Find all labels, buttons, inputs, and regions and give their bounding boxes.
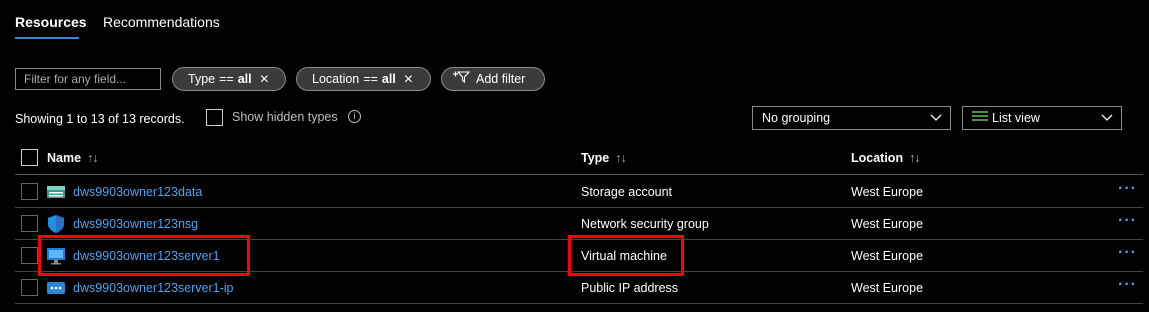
row-checkbox[interactable] (21, 247, 38, 264)
info-icon[interactable]: i (348, 110, 361, 123)
chevron-down-icon (1101, 107, 1113, 135)
list-view-icon (972, 107, 988, 129)
resource-type: Storage account (581, 185, 673, 199)
resource-type: Network security group (581, 217, 709, 231)
row-checkbox[interactable] (21, 279, 38, 296)
tab-bar: Resources Recommendations (0, 0, 1149, 40)
sort-icon[interactable]: ↑↓ (87, 151, 98, 165)
location-filter-field: Location (312, 72, 360, 86)
add-filter-button[interactable]: Add filter (441, 67, 545, 91)
show-hidden-types-checkbox[interactable] (206, 109, 223, 126)
filter-input[interactable]: Filter for any field... (15, 68, 161, 90)
resource-location: West Europe (851, 249, 924, 263)
close-icon[interactable]: × (260, 69, 269, 91)
add-filter-label: Add filter (476, 72, 526, 86)
record-count-text: Showing 1 to 13 of 13 records. (15, 112, 185, 126)
table-row: dws9903owner123data Storage account West… (15, 176, 1143, 208)
tab-recommendations[interactable]: Recommendations (103, 14, 220, 30)
more-options-icon[interactable]: ··· (1118, 180, 1137, 198)
column-header-name[interactable]: Name ↑↓ (47, 151, 99, 165)
row-checkbox[interactable] (21, 183, 38, 200)
type-filter-field: Type (188, 72, 216, 86)
close-icon[interactable]: × (404, 69, 413, 91)
resource-location: West Europe (851, 217, 924, 231)
highlight-box-name (38, 235, 250, 276)
view-select[interactable]: List view (962, 106, 1122, 130)
public-ip-icon (47, 279, 65, 297)
grouping-select[interactable]: No grouping (752, 106, 951, 130)
table-header: Name ↑↓ Type ↑↓ Location ↑↓ (15, 145, 1143, 175)
resource-name-link[interactable]: dws9903owner123data (73, 185, 202, 199)
resource-location: West Europe (851, 185, 924, 199)
type-filter-value: all (237, 72, 252, 86)
more-options-icon[interactable]: ··· (1118, 276, 1137, 294)
sort-icon[interactable]: ↑↓ (909, 151, 920, 165)
resource-type: Public IP address (581, 281, 679, 295)
active-tab-indicator (15, 37, 79, 39)
table-row: dws9903owner123server1-ip Public IP addr… (15, 272, 1143, 304)
type-filter-operator: == (219, 72, 234, 86)
highlight-box-type (568, 235, 684, 276)
column-header-type[interactable]: Type ↑↓ (581, 151, 627, 165)
select-all-checkbox[interactable] (21, 149, 38, 166)
chevron-down-icon (930, 107, 942, 135)
show-hidden-types-label: Show hidden types (232, 110, 338, 124)
tab-resources[interactable]: Resources (15, 14, 87, 30)
more-options-icon[interactable]: ··· (1118, 212, 1137, 230)
add-filter-icon (452, 68, 472, 90)
more-options-icon[interactable]: ··· (1118, 244, 1137, 262)
resource-name-link[interactable]: dws9903owner123nsg (73, 217, 198, 231)
type-filter-pill[interactable]: Type == all × (172, 67, 286, 91)
row-checkbox[interactable] (21, 215, 38, 232)
sort-icon[interactable]: ↑↓ (615, 151, 626, 165)
column-header-location[interactable]: Location ↑↓ (851, 151, 921, 165)
location-filter-value: all (381, 72, 396, 86)
resource-name-link[interactable]: dws9903owner123server1-ip (73, 281, 234, 295)
network-security-group-icon (47, 215, 65, 233)
resource-location: West Europe (851, 281, 924, 295)
grouping-selected-value: No grouping (762, 111, 831, 125)
location-filter-operator: == (363, 72, 378, 86)
location-filter-pill[interactable]: Location == all × (296, 67, 431, 91)
view-selected-value: List view (992, 111, 1040, 125)
storage-account-icon (47, 183, 65, 201)
